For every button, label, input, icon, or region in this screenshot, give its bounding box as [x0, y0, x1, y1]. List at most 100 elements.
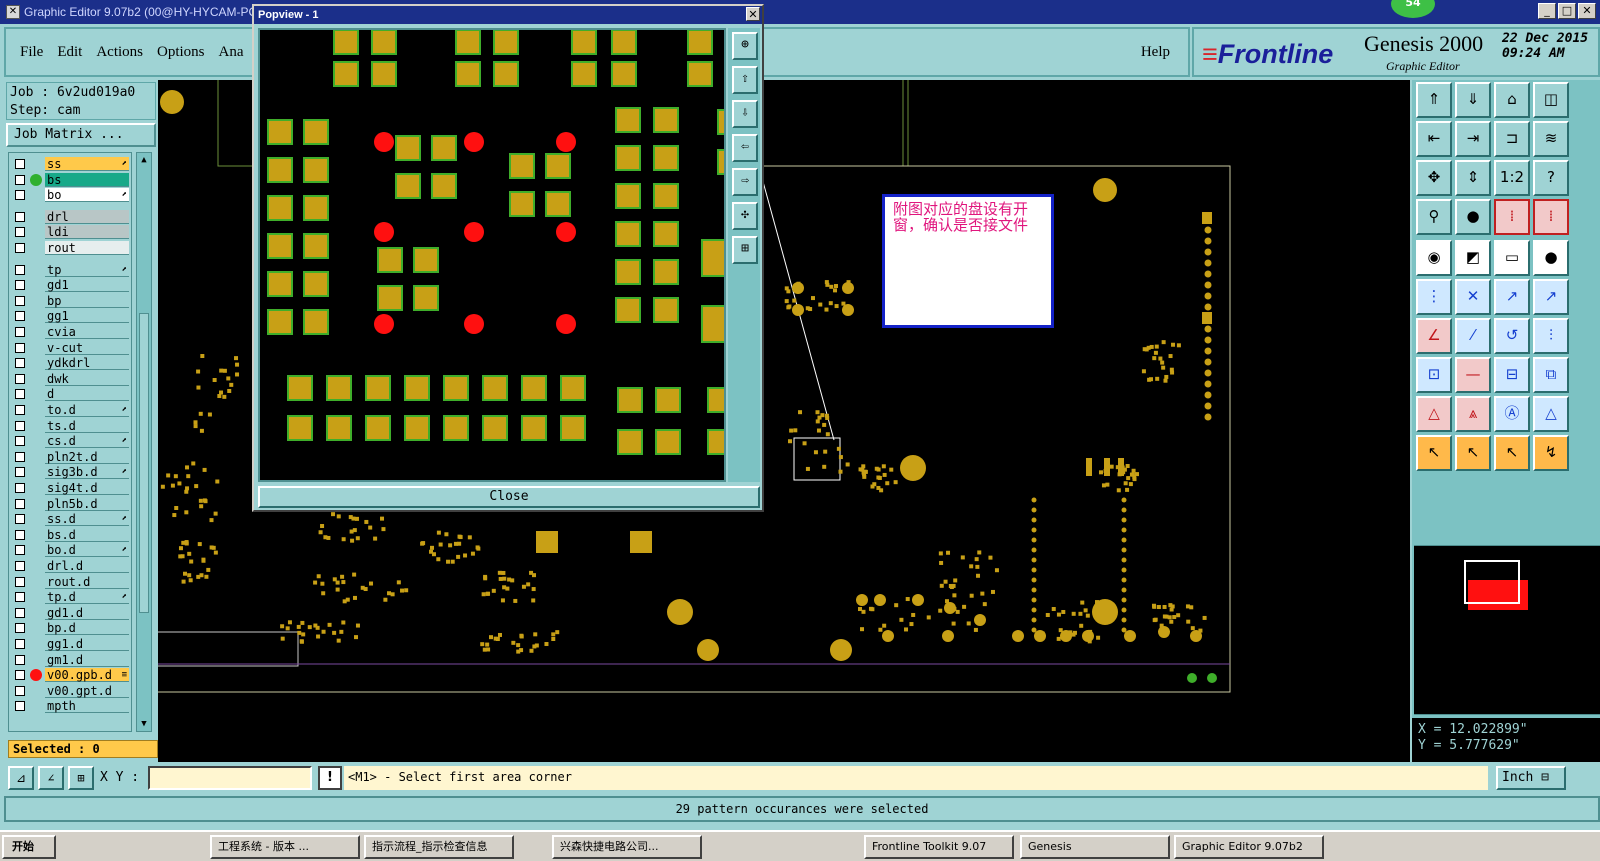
layer-row-dwk[interactable]: dwk	[9, 371, 133, 386]
grid-icon[interactable]: ⊞	[68, 766, 94, 790]
menu-file[interactable]: File	[20, 44, 43, 61]
layer-checkbox[interactable]	[15, 358, 25, 369]
layer-row-sig3b-d[interactable]: sig3b.d ⬈	[9, 465, 133, 480]
layer-checkbox[interactable]	[15, 561, 25, 571]
taskbar-item[interactable]: Frontline Toolkit 9.07	[864, 835, 1014, 859]
layer-name[interactable]: cs.d ⬈	[45, 434, 129, 449]
layer-name[interactable]: pln5b.d	[45, 496, 129, 511]
layer-checkbox[interactable]	[15, 592, 25, 603]
scroll-down-icon[interactable]: ▼	[137, 717, 151, 731]
layer-row-ldi[interactable]: ldi	[9, 225, 133, 240]
layer-row-pln5b-d[interactable]: pln5b.d	[9, 496, 133, 511]
layer-row-bo[interactable]: bo ⬈	[9, 188, 133, 203]
layer-checkbox[interactable]	[15, 373, 25, 384]
layer-checkbox[interactable]	[15, 211, 25, 222]
layer-row-sig4t-d[interactable]: sig4t.d	[9, 481, 133, 495]
taskbar-item[interactable]: 工程系统 - 版本 ...	[210, 835, 360, 859]
mirror-icon[interactable]: ⫶	[1533, 318, 1569, 354]
zoom-out-icon[interactable]: ✣	[732, 202, 758, 230]
scroll-thumb[interactable]	[139, 313, 149, 613]
minimap-view-frame[interactable]	[1464, 560, 1520, 604]
rotate-icon[interactable]: ↺	[1494, 318, 1530, 354]
outline-icon[interactable]: △	[1533, 396, 1569, 432]
layer-row-drl-d[interactable]: drl.d	[9, 559, 133, 573]
alert-icon[interactable]: !	[318, 766, 342, 790]
snap-icon[interactable]: ⊿	[8, 766, 34, 790]
layer-checkbox[interactable]	[15, 420, 25, 431]
popview-close-button[interactable]: Close	[258, 486, 760, 508]
pan-right-icon[interactable]: ⇨	[732, 168, 758, 196]
layer-row-rout[interactable]: rout	[9, 241, 133, 255]
layer-checkbox[interactable]	[15, 685, 25, 696]
layer-name[interactable]: to.d ⬈	[45, 403, 129, 417]
layer-row-bo-d[interactable]: bo.d ⬈	[9, 543, 133, 558]
layer-name[interactable]: bs.d	[45, 527, 129, 542]
layer-checkbox[interactable]	[15, 436, 25, 447]
layer-name[interactable]: ts.d	[45, 418, 129, 433]
zoom-right-icon[interactable]: ⇥	[1455, 121, 1491, 157]
layer-name[interactable]: mpth	[45, 699, 129, 714]
job-matrix-button[interactable]: Job Matrix ...	[6, 123, 156, 147]
layer-name[interactable]: v-cut	[45, 340, 129, 355]
taskbar-item[interactable]: 兴森快捷电路公司...	[552, 835, 702, 859]
layer-name[interactable]: drl	[45, 209, 129, 224]
layer-checkbox[interactable]	[15, 342, 25, 353]
layer-name[interactable]: gg1	[45, 309, 129, 324]
layer-row-bp-d[interactable]: bp.d	[9, 621, 133, 636]
layer-checkbox[interactable]	[15, 159, 25, 169]
menu-options[interactable]: Options	[157, 44, 205, 61]
angle-icon[interactable]: ∠	[1416, 318, 1452, 354]
unit-selector[interactable]: Inch ⊟	[1496, 766, 1566, 790]
fill-icon[interactable]: ●	[1533, 240, 1569, 276]
layer-name[interactable]: cvia	[45, 325, 129, 339]
taskbar-item[interactable]: Graphic Editor 9.07b2	[1174, 835, 1324, 859]
layer-row-v-cut[interactable]: v-cut	[9, 340, 133, 355]
pan-icon[interactable]: ✥	[1416, 160, 1452, 196]
pointer-icon[interactable]: ↖	[1416, 435, 1452, 471]
layer-name[interactable]: pln2t.d	[45, 449, 129, 464]
close-icon[interactable]: ✕	[1578, 3, 1596, 19]
layer-row-ydkdrl[interactable]: ydkdrl	[9, 356, 133, 371]
layer-name[interactable]: bp.d	[45, 621, 129, 636]
layer-checkbox[interactable]	[15, 639, 25, 649]
select-net-icon[interactable]: ↯	[1533, 435, 1569, 471]
layer-row-bp[interactable]: bp	[9, 293, 133, 308]
layer-row-tp[interactable]: tp ⬈	[9, 262, 133, 277]
line-icon[interactable]: ⁄	[1455, 318, 1491, 354]
layer-name[interactable]: ldi	[45, 225, 129, 240]
popview-canvas[interactable]	[258, 28, 726, 482]
layer-checkbox[interactable]	[15, 451, 25, 462]
menu-edit[interactable]: Edit	[57, 44, 82, 61]
layer-checkbox[interactable]	[15, 467, 25, 478]
layer-name[interactable]: gm1.d	[45, 652, 129, 667]
menu-analysis[interactable]: Ana	[219, 44, 244, 61]
split-icon[interactable]: —	[1455, 357, 1491, 393]
layer-checkbox[interactable]	[15, 295, 25, 306]
menu-help[interactable]: Help	[1141, 44, 1170, 61]
layer-checkbox[interactable]	[15, 264, 25, 275]
layer-row-pln2t-d[interactable]: pln2t.d	[9, 449, 133, 464]
layer-checkbox[interactable]	[15, 701, 25, 712]
layer-row-gg1[interactable]: gg1	[9, 309, 133, 324]
help-icon[interactable]: ?	[1533, 160, 1569, 196]
start-button[interactable]: 开始	[2, 835, 56, 859]
layer-name[interactable]: rout.d	[45, 574, 129, 589]
menu-actions[interactable]: Actions	[96, 44, 143, 61]
layer-row-gd1-d[interactable]: gd1.d	[9, 605, 133, 620]
snap-icon[interactable]: ⚲	[1416, 199, 1452, 235]
minimize-icon[interactable]: _	[1538, 3, 1556, 19]
layer-row-gd1[interactable]: gd1	[9, 278, 133, 293]
ruler-icon[interactable]: ▭	[1494, 240, 1530, 276]
layer-name[interactable]: gd1	[45, 278, 129, 293]
scroll-up-icon[interactable]: ▲	[137, 153, 151, 167]
layer-row-v00-gpb-d[interactable]: v00.gpb.d ≡	[9, 668, 133, 683]
layer-name[interactable]: ydkdrl	[45, 356, 129, 371]
layer-blue-icon[interactable]: ⁞	[1533, 199, 1569, 235]
layer-name[interactable]: tp ⬈	[45, 262, 129, 277]
layer-row-ss-d[interactable]: ss.d ⬈	[9, 512, 133, 527]
layer-row-ts-d[interactable]: ts.d	[9, 418, 133, 433]
arc-icon[interactable]: ⩓	[1455, 396, 1491, 432]
layer-row-gg1-d[interactable]: gg1.d	[9, 637, 133, 651]
pan-down-icon[interactable]: ⇩	[732, 100, 758, 128]
layer-checkbox[interactable]	[15, 280, 25, 291]
